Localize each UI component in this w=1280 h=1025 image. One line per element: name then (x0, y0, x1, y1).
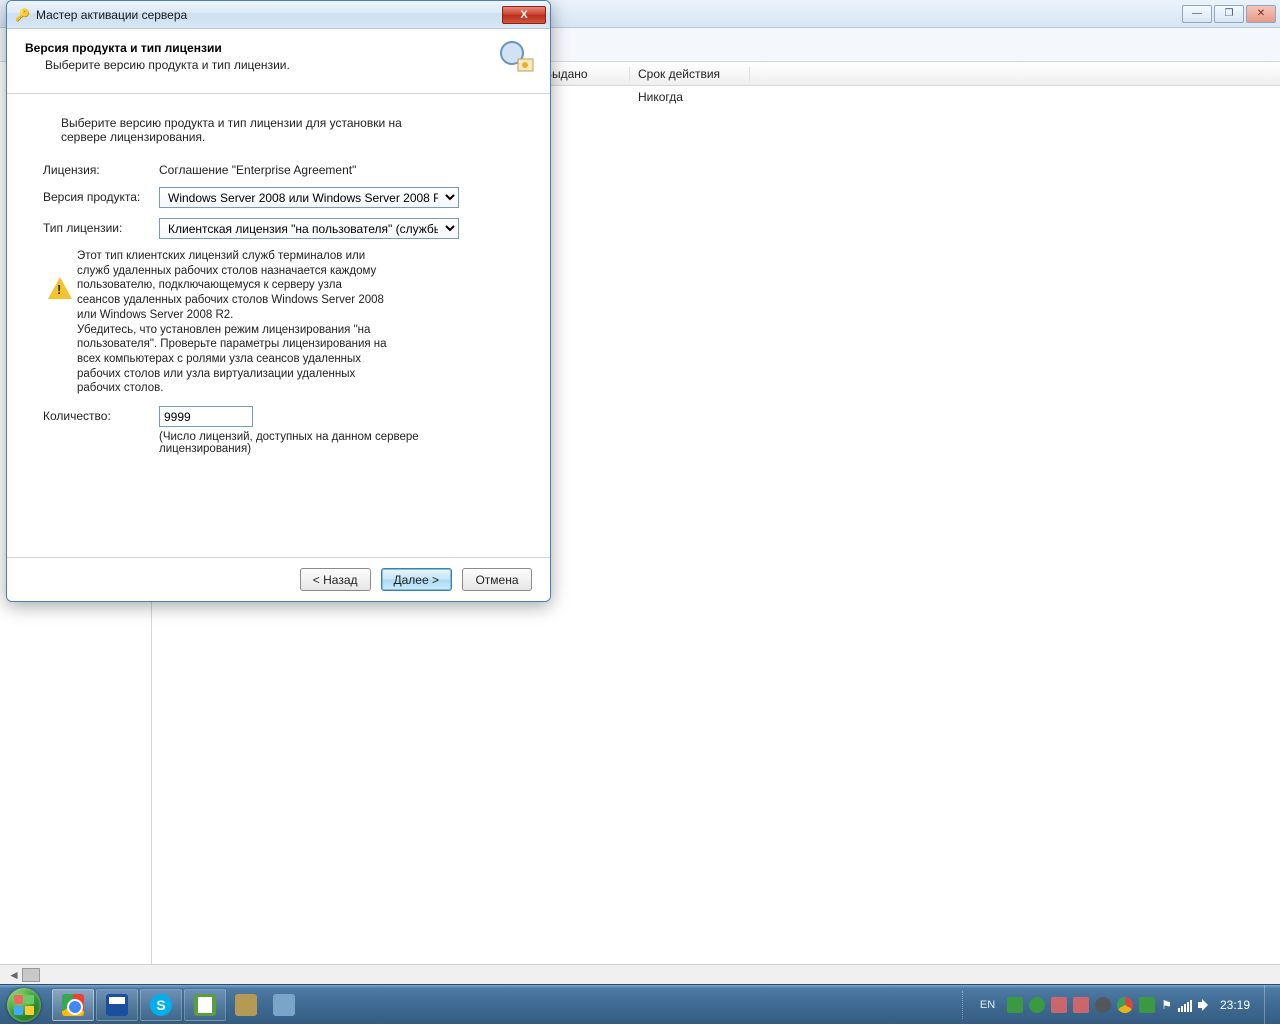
wizard-header-subtitle: Выберите версию продукта и тип лицензии. (25, 58, 532, 72)
disk-icon (106, 994, 128, 1016)
wizard-title: Мастер активации сервера (36, 8, 502, 22)
license-type-select[interactable]: Клиентская лицензия "на пользователя" (с… (159, 218, 459, 239)
wizard-footer: < Назад Далее > Отмена (7, 557, 550, 601)
col-expiry[interactable]: Срок действия (630, 67, 750, 81)
next-button[interactable]: Далее > (381, 568, 453, 591)
tray-icon[interactable] (1007, 997, 1023, 1013)
tray-icon[interactable] (1139, 997, 1155, 1013)
flag-icon[interactable]: ⚑ (1161, 998, 1172, 1012)
chrome-icon (62, 994, 84, 1016)
taskbar-app-skype[interactable]: S (140, 989, 182, 1021)
hscroll-thumb[interactable] (22, 968, 40, 982)
cancel-button[interactable]: Отмена (462, 568, 532, 591)
key-icon: 🔑 (15, 8, 30, 22)
volume-icon[interactable] (1198, 998, 1212, 1012)
language-indicator[interactable]: EN (976, 997, 999, 1013)
taskbar-app-5[interactable] (228, 989, 264, 1021)
license-type-description: Этот тип клиентских лицензий служб терми… (77, 249, 387, 396)
tray-icon[interactable] (1029, 997, 1045, 1013)
taskbar-app-6[interactable] (266, 989, 302, 1021)
doc-icon (194, 994, 216, 1016)
clock[interactable]: 23:19 (1220, 998, 1250, 1012)
network-icon[interactable] (1178, 998, 1192, 1012)
wizard-header: Версия продукта и тип лицензии Выберите … (7, 29, 550, 93)
parent-close-button[interactable]: ✕ (1246, 5, 1276, 23)
maximize-button[interactable]: ❐ (1214, 5, 1244, 23)
parent-statusbar: ◄ (0, 964, 1280, 984)
tray-icon[interactable] (1095, 997, 1111, 1013)
taskbar-app-doc[interactable] (184, 989, 226, 1021)
wizard-body: Выберите версию продукта и тип лицензии … (7, 94, 550, 455)
quantity-hint: (Число лицензий, доступных на данном сер… (159, 431, 449, 455)
product-version-label: Версия продукта: (43, 187, 159, 204)
license-type-label: Тип лицензии: (43, 218, 159, 235)
activation-wizard-dialog: 🔑 Мастер активации сервера X Версия прод… (6, 0, 551, 602)
tray-icon[interactable] (1073, 997, 1089, 1013)
start-button[interactable] (0, 985, 48, 1025)
back-button[interactable]: < Назад (300, 568, 371, 591)
quantity-input[interactable] (159, 406, 253, 427)
wizard-titlebar[interactable]: 🔑 Мастер активации сервера X (7, 1, 550, 29)
tray-icon[interactable] (1051, 997, 1067, 1013)
system-tray: EN ⚑ 23:19 (962, 985, 1280, 1025)
tray-separator (962, 991, 968, 1019)
warning-icon (43, 249, 77, 396)
show-desktop-button[interactable] (1264, 985, 1274, 1025)
wizard-header-title: Версия продукта и тип лицензии (25, 41, 532, 55)
intro-text: Выберите версию продукта и тип лицензии … (61, 116, 421, 144)
taskbar-app-save[interactable] (96, 989, 138, 1021)
certificate-icon (498, 39, 536, 77)
license-value: Соглашение "Enterprise Agreement" (159, 160, 526, 177)
wizard-close-button[interactable]: X (502, 6, 546, 24)
app-icon (235, 994, 257, 1016)
skype-icon: S (150, 994, 172, 1016)
taskbar-app-chrome[interactable] (52, 989, 94, 1021)
product-version-select[interactable]: Windows Server 2008 или Windows Server 2… (159, 187, 459, 208)
minimize-button[interactable]: — (1182, 5, 1212, 23)
license-label: Лицензия: (43, 160, 159, 177)
taskbar: S EN ⚑ 23:19 (0, 984, 1280, 1024)
app-icon (273, 994, 295, 1016)
chrome-tray-icon[interactable] (1117, 997, 1133, 1013)
quantity-label: Количество: (43, 406, 159, 423)
